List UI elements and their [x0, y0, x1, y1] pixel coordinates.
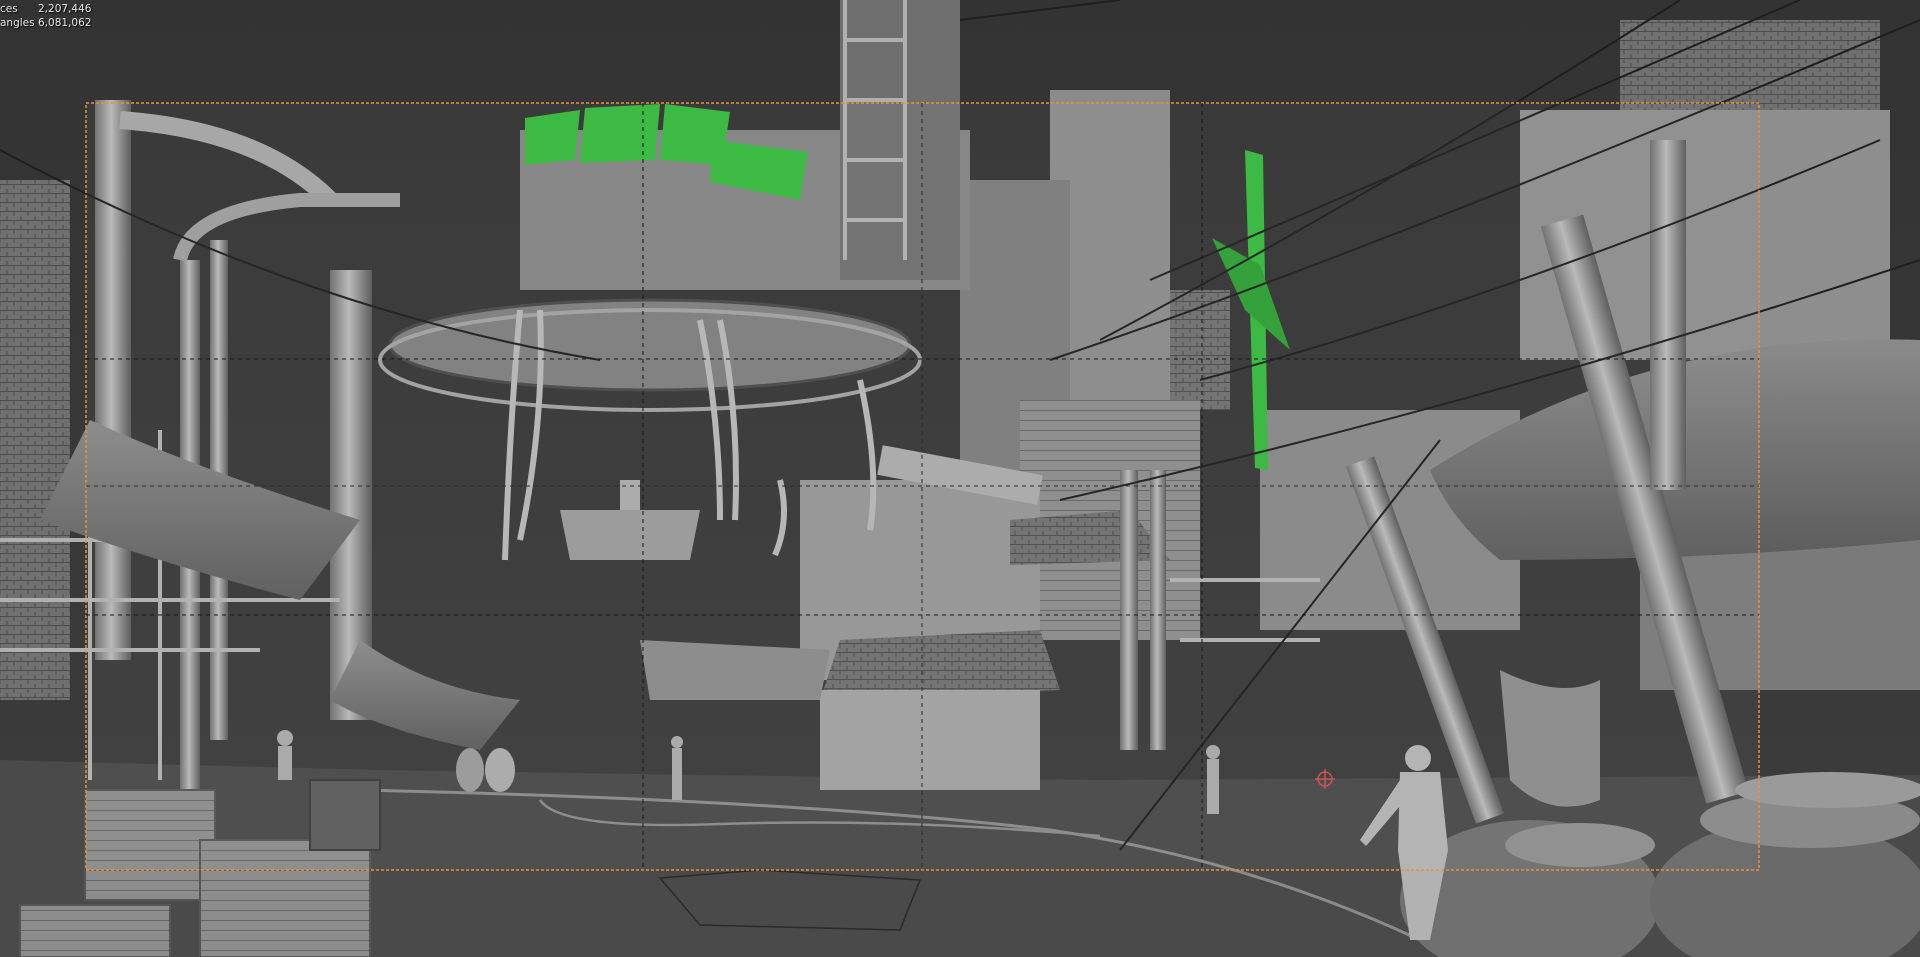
stone-wall-left: [0, 180, 70, 700]
pot-rim: [1735, 772, 1920, 808]
stat-label: ces: [0, 3, 18, 15]
stat-row: angles 6,081,062: [0, 16, 108, 30]
stat-value: 6,081,062: [38, 17, 92, 29]
stat-value: 2,207,446: [38, 3, 92, 15]
stat-row: ces 2,207,446: [0, 2, 108, 16]
3d-viewport[interactable]: ces 2,207,446 angles 6,081,062: [0, 0, 1920, 957]
crate: [19, 904, 171, 957]
scene-render[interactable]: [0, 0, 1920, 957]
scene-statistics: ces 2,207,446 angles 6,081,062: [0, 2, 108, 30]
stat-label: angles: [0, 17, 35, 29]
